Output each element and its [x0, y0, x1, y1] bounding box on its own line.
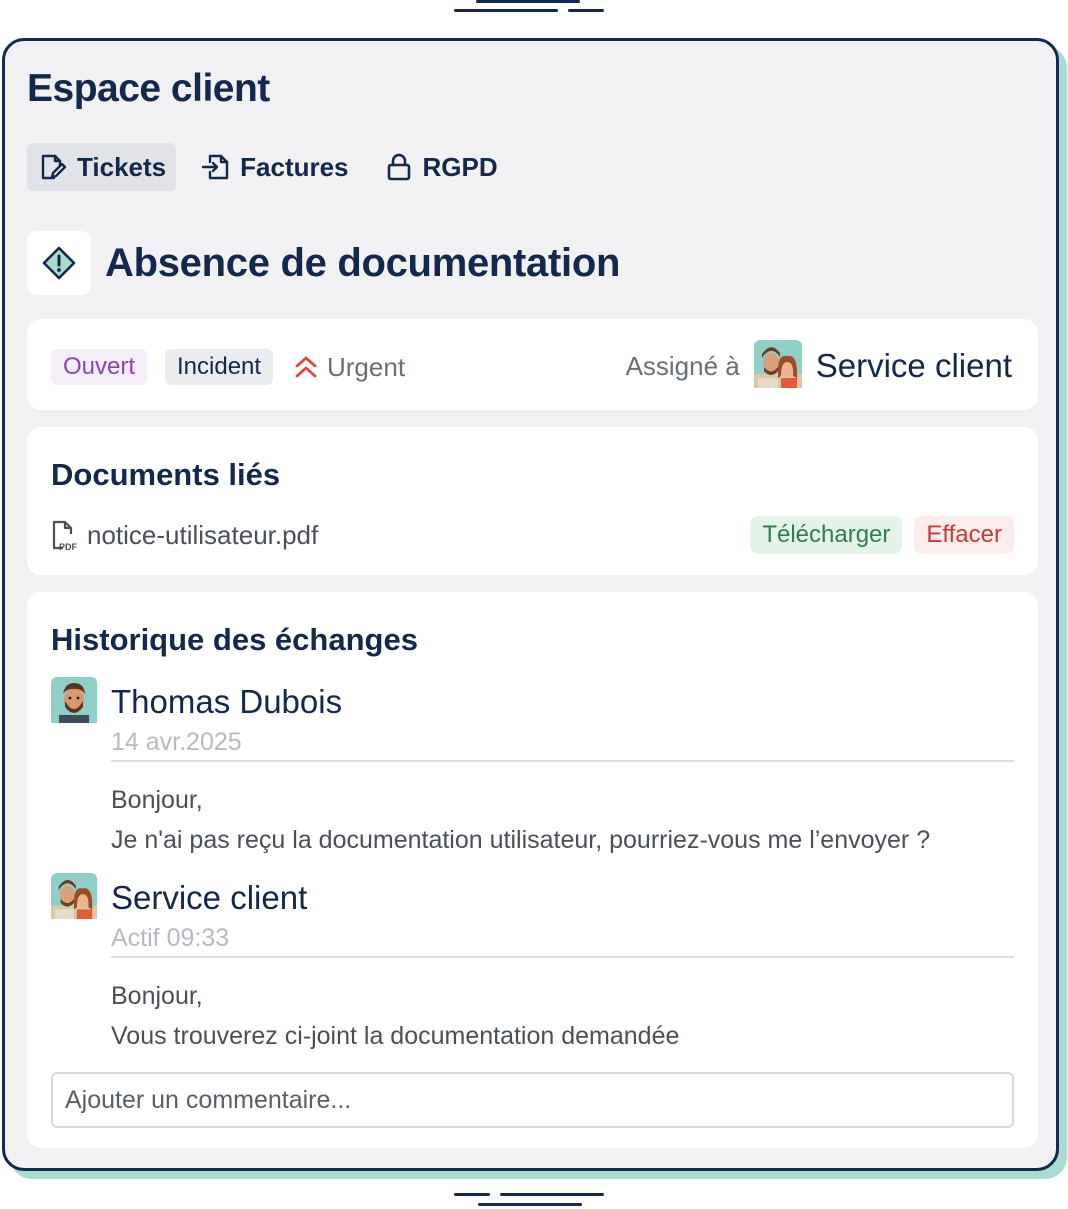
document-name[interactable]: notice-utilisateur.pdf — [87, 520, 318, 551]
ticket-title: Absence de documentation — [105, 240, 621, 285]
top-handle-line — [476, 0, 580, 3]
history-card: Historique des échanges Thomas Dubois 14… — [27, 592, 1038, 1148]
tab-bar: Tickets Factures RGPD — [27, 143, 508, 191]
file-import-icon — [201, 154, 229, 180]
comment-input[interactable] — [51, 1072, 1014, 1128]
ticket-meta-card: Ouvert Incident Urgent Assigné à Service… — [27, 319, 1038, 410]
message-line: Bonjour, — [111, 786, 203, 814]
ticket-header: Absence de documentation — [27, 231, 620, 295]
message-text: Bonjour, Vous trouverez ci-joint la docu… — [111, 976, 1014, 1056]
priority-label: Urgent — [327, 351, 406, 382]
message-date: Actif 09:33 — [111, 922, 1014, 958]
double-chevron-up-icon — [295, 356, 317, 378]
ticket-icon-box — [27, 231, 91, 295]
download-button[interactable]: Télécharger — [750, 516, 903, 554]
message-text: Bonjour, Je n'ai pas reçu la documentati… — [111, 780, 1014, 860]
bottom-handle-line — [500, 1193, 604, 1196]
tab-tickets[interactable]: Tickets — [27, 143, 177, 191]
message-line: Bonjour, — [111, 982, 203, 1010]
type-badge: Incident — [165, 349, 274, 385]
avatar — [51, 676, 97, 728]
document-row: PDF notice-utilisateur.pdf Télécharger E… — [51, 515, 1014, 555]
message-line: Vous trouverez ci-joint la documentation… — [111, 1022, 680, 1050]
history-heading: Historique des échanges — [51, 622, 418, 657]
diamond-warning-icon — [42, 246, 76, 280]
tab-label: Factures — [240, 151, 349, 182]
assignee-name: Service client — [815, 347, 1012, 384]
pdf-file-icon: PDF — [52, 520, 78, 551]
message-line: Je n'ai pas reçu la documentation utilis… — [111, 826, 931, 854]
delete-button[interactable]: Effacer — [914, 516, 1014, 554]
priority-indicator: Urgent — [293, 349, 405, 385]
bottom-handle-line — [478, 1203, 582, 1206]
top-handle-line — [568, 9, 604, 12]
tab-label: Tickets — [77, 151, 167, 182]
bottom-handle-line — [454, 1193, 490, 1196]
lock-icon — [387, 153, 410, 181]
customer-space-window: Espace client Tickets Factures RGPD Abse… — [2, 38, 1059, 1171]
tab-rgpd[interactable]: RGPD — [373, 143, 508, 191]
message-author: Thomas Dubois — [111, 683, 343, 720]
message-author: Service client — [111, 879, 308, 916]
top-handle-line — [454, 9, 558, 12]
tab-label: RGPD — [422, 151, 498, 182]
avatar — [51, 872, 97, 924]
assigned-label: Assigné à — [625, 350, 740, 381]
avatar — [753, 339, 802, 393]
page-title: Espace client — [27, 67, 270, 110]
edit-document-icon — [41, 154, 67, 180]
assignee: Assigné à Service client — [625, 339, 1012, 393]
status-badge: Ouvert — [51, 349, 148, 385]
message-date: 14 avr.2025 — [111, 726, 1014, 762]
document-actions: Télécharger Effacer — [750, 516, 1014, 554]
linked-documents-card: Documents liés PDF notice-utilisateur.pd… — [27, 427, 1038, 575]
svg-text:PDF: PDF — [59, 542, 78, 551]
message: Thomas Dubois 14 avr.2025 Bonjour, Je n'… — [51, 676, 1014, 860]
tab-factures[interactable]: Factures — [190, 143, 358, 191]
message: Service client Actif 09:33 Bonjour, Vous… — [51, 872, 1014, 1056]
documents-heading: Documents liés — [51, 457, 281, 492]
